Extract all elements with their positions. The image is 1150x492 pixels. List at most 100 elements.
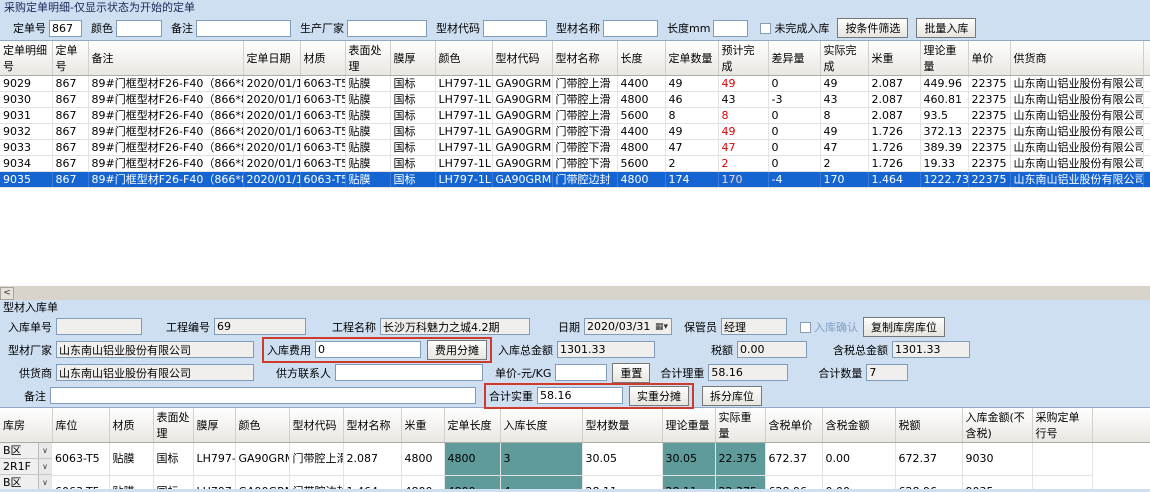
cell[interactable]: 22375	[968, 172, 1010, 188]
column-header[interactable]: 实际重量	[715, 408, 765, 443]
cell[interactable]: 47	[820, 140, 868, 156]
cell[interactable]: 170	[820, 172, 868, 188]
column-header[interactable]: 表面处理	[345, 41, 390, 76]
cell[interactable]: 28.11	[662, 475, 715, 489]
factory-field[interactable]	[56, 341, 254, 358]
cell[interactable]: 贴膜	[345, 76, 390, 92]
cell[interactable]: 4800	[617, 140, 665, 156]
cell[interactable]: 22.375	[715, 475, 765, 489]
cell[interactable]: 2020/01/13	[243, 124, 300, 140]
cell[interactable]: 1.726	[868, 140, 920, 156]
cell[interactable]: 8	[718, 108, 768, 124]
cell[interactable]: 门带腔上滑	[552, 108, 617, 124]
cell[interactable]: 9030	[0, 92, 52, 108]
cell[interactable]	[1143, 76, 1150, 92]
cell[interactable]: GA90GRM05	[235, 475, 289, 489]
cell[interactable]: 国标	[390, 92, 435, 108]
cell[interactable]: 门带腔下滑	[552, 124, 617, 140]
column-header[interactable]: 入库长度	[500, 408, 582, 443]
cell[interactable]: 867	[52, 108, 88, 124]
cell[interactable]: LH797-1LL0	[435, 172, 492, 188]
cell[interactable]: 8	[665, 108, 718, 124]
cell[interactable]: LH797-1LL0	[435, 140, 492, 156]
cell[interactable]: 22375	[968, 124, 1010, 140]
table-row[interactable]: 903586789#门框型材F26-F40（866*867）2020/01/13…	[0, 172, 1150, 188]
column-header[interactable]: 型材名称	[552, 41, 617, 76]
fee-field[interactable]	[315, 341, 421, 358]
column-header[interactable]: 定单日期	[243, 41, 300, 76]
cell[interactable]: 贴膜	[109, 475, 153, 489]
cell[interactable]: 372.13	[920, 124, 968, 140]
cell[interactable]: 0.00	[822, 443, 895, 476]
cell[interactable]: 山东南山铝业股份有限公司	[1010, 76, 1143, 92]
column-header[interactable]: 供货商	[1010, 41, 1143, 76]
total-amount-field[interactable]	[557, 341, 655, 358]
cell[interactable]: -3	[768, 92, 820, 108]
cell[interactable]: 43	[820, 92, 868, 108]
cell[interactable]: 9032	[0, 124, 52, 140]
cell[interactable]: 4400	[617, 76, 665, 92]
cell[interactable]: 89#门框型材F26-F40（866*867）	[88, 76, 243, 92]
cell[interactable]: 43	[718, 92, 768, 108]
column-header[interactable]: 差异量	[768, 41, 820, 76]
cell[interactable]: 贴膜	[345, 124, 390, 140]
cell[interactable]: 2020/01/13	[243, 156, 300, 172]
theory-weight-field[interactable]	[708, 364, 788, 381]
receipt-no-field[interactable]	[56, 318, 142, 335]
cell[interactable]: 国标	[390, 76, 435, 92]
column-header[interactable]: 实际完成	[820, 41, 868, 76]
cell[interactable]: 449.96	[920, 76, 968, 92]
cell[interactable]: 3	[500, 443, 582, 476]
cell[interactable]: 贴膜	[345, 140, 390, 156]
cell[interactable]: B区∨	[0, 443, 52, 459]
cell[interactable]: 2	[665, 156, 718, 172]
cell[interactable]: 22375	[968, 156, 1010, 172]
column-header[interactable]: 定单数量	[665, 41, 718, 76]
actual-weight-allocate-button[interactable]: 实重分摊	[629, 386, 689, 406]
cell[interactable]: 2R1F∨	[0, 459, 52, 475]
cell[interactable]: 9030	[962, 443, 1032, 476]
cell[interactable]: 1.464	[868, 172, 920, 188]
filter-input-color[interactable]	[116, 20, 162, 37]
cell[interactable]: 49	[665, 124, 718, 140]
column-header[interactable]: 材质	[109, 408, 153, 443]
cell[interactable]: 国标	[390, 156, 435, 172]
cell[interactable]: 4800	[617, 172, 665, 188]
cell[interactable]: 30.05	[662, 443, 715, 476]
horizontal-scrollbar[interactable]: <	[0, 286, 1150, 300]
column-header[interactable]: 理论重量	[920, 41, 968, 76]
unfinished-checkbox[interactable]	[760, 23, 771, 34]
cell[interactable]: LH797-1LL0	[193, 475, 235, 489]
cell[interactable]: 1.726	[868, 156, 920, 172]
column-header[interactable]: 颜色	[235, 408, 289, 443]
cell[interactable]: 2020/01/13	[243, 140, 300, 156]
cell[interactable]: 6063-T5	[300, 140, 345, 156]
cell[interactable]: GA90GRM04	[492, 156, 552, 172]
column-header[interactable]: 入库金额(不含税)	[962, 408, 1032, 443]
cell[interactable]: 89#门框型材F26-F40（866*867）	[88, 156, 243, 172]
cell[interactable]	[1032, 443, 1092, 476]
cell[interactable]	[1143, 108, 1150, 124]
project-no-field[interactable]	[214, 318, 306, 335]
column-header[interactable]: 米重	[868, 41, 920, 76]
cell[interactable]: 30.05	[582, 443, 662, 476]
cell[interactable]: 89#门框型材F26-F40（866*867）	[88, 172, 243, 188]
table-row[interactable]: 902986789#门框型材F26-F40（866*867）2020/01/13…	[0, 76, 1150, 92]
cell[interactable]: GA90GRM04	[492, 140, 552, 156]
dropdown-arrow-icon[interactable]: ∨	[38, 443, 51, 458]
cell[interactable]: 6063-T5	[300, 172, 345, 188]
column-header[interactable]: 单价	[968, 41, 1010, 76]
calendar-dropdown-icon[interactable]: ▦▾	[654, 322, 669, 332]
column-header[interactable]: 理论重量	[662, 408, 715, 443]
actual-weight-field[interactable]	[537, 387, 623, 404]
unit-price-field[interactable]	[555, 364, 607, 381]
table-row[interactable]: 903486789#门框型材F26-F40（866*867）2020/01/13…	[0, 156, 1150, 172]
cell[interactable]: 1.464	[343, 475, 401, 489]
split-location-button[interactable]: 拆分库位	[702, 386, 762, 406]
cell[interactable]: 22.375	[715, 443, 765, 476]
cell[interactable]: 0	[768, 124, 820, 140]
cell[interactable]: 170	[718, 172, 768, 188]
column-header[interactable]: 税额	[895, 408, 962, 443]
cell[interactable]: 89#门框型材F26-F40（866*867）	[88, 140, 243, 156]
reset-button[interactable]: 重置	[612, 363, 650, 383]
